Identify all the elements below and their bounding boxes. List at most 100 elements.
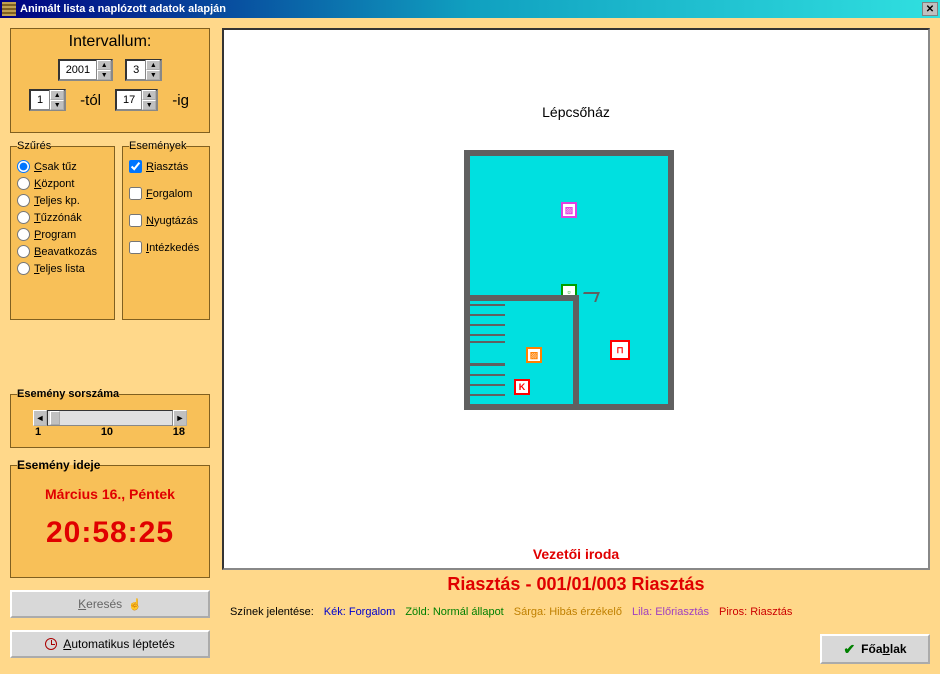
month-spinner[interactable]: 3 ▲ ▼	[125, 59, 162, 81]
legend-green: Zöld: Normál állapot	[405, 606, 503, 618]
filter-radio-input-3[interactable]	[17, 211, 30, 224]
filter-panel: Szűrés Csak tűz Központ Teljes kp. Tűzzónák…	[10, 140, 115, 320]
event-date: Március 16., Péntek	[17, 486, 203, 502]
app-icon	[2, 2, 16, 16]
month-up[interactable]: ▲	[146, 60, 160, 70]
event-label-0: Riasztás	[146, 161, 188, 173]
event-check-0[interactable]: Riasztás	[129, 160, 203, 173]
events-legend: Események	[129, 140, 186, 152]
event-check-input-1[interactable]	[129, 187, 142, 200]
event-check-2[interactable]: Nyugtázás	[129, 214, 203, 227]
filter-radio-5[interactable]: Beavatkozás	[17, 245, 108, 258]
from-up[interactable]: ▲	[50, 90, 64, 100]
floorplan-canvas: Lépcsőház ▨ ▫ ⊓ ▨ K Vezetői iroda	[222, 28, 930, 570]
time-panel: Esemény ideje Március 16., Péntek 20:58:…	[10, 458, 210, 578]
seq-max: 18	[173, 426, 185, 438]
filter-radio-1[interactable]: Központ	[17, 177, 108, 190]
sensor-magenta[interactable]: ▨	[561, 202, 577, 218]
slider-thumb[interactable]	[50, 411, 60, 425]
from-day-value: 1	[31, 94, 49, 106]
filter-label-1: Központ	[34, 178, 74, 190]
window-title: Animált lista a naplózott adatok alapján	[20, 3, 922, 15]
filter-label-6: Teljes lista	[34, 263, 85, 275]
filter-radio-2[interactable]: Teljes kp.	[17, 194, 108, 207]
search-label-rest: eresés	[86, 597, 122, 611]
floor-plan: ▨ ▫ ⊓ ▨ K	[464, 150, 674, 410]
filter-label-3: Tűzzónák	[34, 212, 82, 224]
room-label: Vezetői iroda	[224, 546, 928, 562]
year-value: 2001	[60, 64, 96, 76]
event-check-input-2[interactable]	[129, 214, 142, 227]
inner-room: ▨ K	[464, 295, 579, 410]
filter-label-5: Beavatkozás	[34, 246, 97, 258]
sequence-panel: Esemény sorszáma ◄ ► 1 10 18	[10, 388, 210, 448]
close-button[interactable]: ✕	[922, 2, 938, 16]
filter-radio-6[interactable]: Teljes lista	[17, 262, 108, 275]
event-time: 20:58:25	[17, 516, 203, 550]
filter-label-2: Teljes kp.	[34, 195, 80, 207]
filter-radio-3[interactable]: Tűzzónák	[17, 211, 108, 224]
time-title: Esemény ideje	[17, 458, 100, 472]
from-day-spinner[interactable]: 1 ▲ ▼	[29, 89, 66, 111]
year-down[interactable]: ▼	[97, 70, 111, 80]
floorplan-title: Lépcsőház	[224, 104, 928, 120]
filter-legend: Szűrés	[17, 140, 51, 152]
hand-icon: ☝	[128, 598, 142, 611]
filter-label-0: Csak tűz	[34, 161, 77, 173]
to-down[interactable]: ▼	[142, 100, 156, 110]
event-check-input-0[interactable]	[129, 160, 142, 173]
from-down[interactable]: ▼	[50, 100, 64, 110]
main-window-button[interactable]: ✔ Főablak	[820, 634, 930, 664]
filter-radio-input-5[interactable]	[17, 245, 30, 258]
alarm-text: Riasztás - 001/01/003 Riasztás	[222, 574, 930, 595]
month-value: 3	[127, 64, 145, 76]
slider-track[interactable]	[47, 410, 173, 426]
event-label-3: Intézkedés	[146, 242, 199, 254]
window-titlebar: Animált lista a naplózott adatok alapján…	[0, 0, 940, 18]
slider-right[interactable]: ►	[173, 410, 187, 426]
clock-icon	[45, 638, 57, 650]
check-icon: ✔	[843, 641, 855, 658]
to-day-spinner[interactable]: 17 ▲ ▼	[115, 89, 158, 111]
filter-radio-input-6[interactable]	[17, 262, 30, 275]
event-check-input-3[interactable]	[129, 241, 142, 254]
filter-radio-input-0[interactable]	[17, 160, 30, 173]
events-panel: Események Riasztás Forgalom Nyugtázás Intéz…	[122, 140, 210, 320]
auto-step-button[interactable]: Automatikus léptetés	[10, 630, 210, 658]
legend-red: Piros: Riasztás	[719, 606, 792, 618]
year-up[interactable]: ▲	[97, 60, 111, 70]
sequence-title: Esemény sorszáma	[17, 388, 119, 400]
color-legend: Színek jelentése: Kék: Forgalom Zöld: No…	[230, 606, 930, 618]
slider-left[interactable]: ◄	[33, 410, 47, 426]
stairs-landing	[470, 341, 505, 365]
door-icon	[580, 292, 600, 302]
sensor-red-large[interactable]: ⊓	[610, 340, 630, 360]
filter-label-4: Program	[34, 229, 76, 241]
search-button[interactable]: Keresés ☝	[10, 590, 210, 618]
filter-radio-4[interactable]: Program	[17, 228, 108, 241]
seq-min: 1	[35, 426, 41, 438]
legend-orange: Sárga: Hibás érzékelő	[514, 606, 622, 618]
interval-panel: Intervallum: 2001 ▲ ▼ 3 ▲ ▼ 1 ▲	[10, 28, 210, 133]
filter-radio-input-4[interactable]	[17, 228, 30, 241]
event-check-1[interactable]: Forgalom	[129, 187, 203, 200]
seq-mid: 10	[101, 426, 113, 438]
to-up[interactable]: ▲	[142, 90, 156, 100]
to-suffix: -ig	[172, 92, 189, 109]
event-label-2: Nyugtázás	[146, 215, 198, 227]
stairs	[470, 301, 505, 404]
year-spinner[interactable]: 2001 ▲ ▼	[58, 59, 113, 81]
interval-title: Intervallum:	[11, 33, 209, 51]
event-label-1: Forgalom	[146, 188, 192, 200]
from-suffix: -tól	[80, 92, 101, 109]
event-check-3[interactable]: Intézkedés	[129, 241, 203, 254]
filter-radio-input-2[interactable]	[17, 194, 30, 207]
filter-radio-input-1[interactable]	[17, 177, 30, 190]
filter-radio-0[interactable]: Csak tűz	[17, 160, 108, 173]
to-day-value: 17	[117, 94, 141, 106]
sensor-red-small[interactable]: K	[514, 379, 530, 395]
legend-lila: Lila: Előriasztás	[632, 606, 709, 618]
month-down[interactable]: ▼	[146, 70, 160, 80]
sensor-orange[interactable]: ▨	[526, 347, 542, 363]
legend-blue: Kék: Forgalom	[324, 606, 396, 618]
